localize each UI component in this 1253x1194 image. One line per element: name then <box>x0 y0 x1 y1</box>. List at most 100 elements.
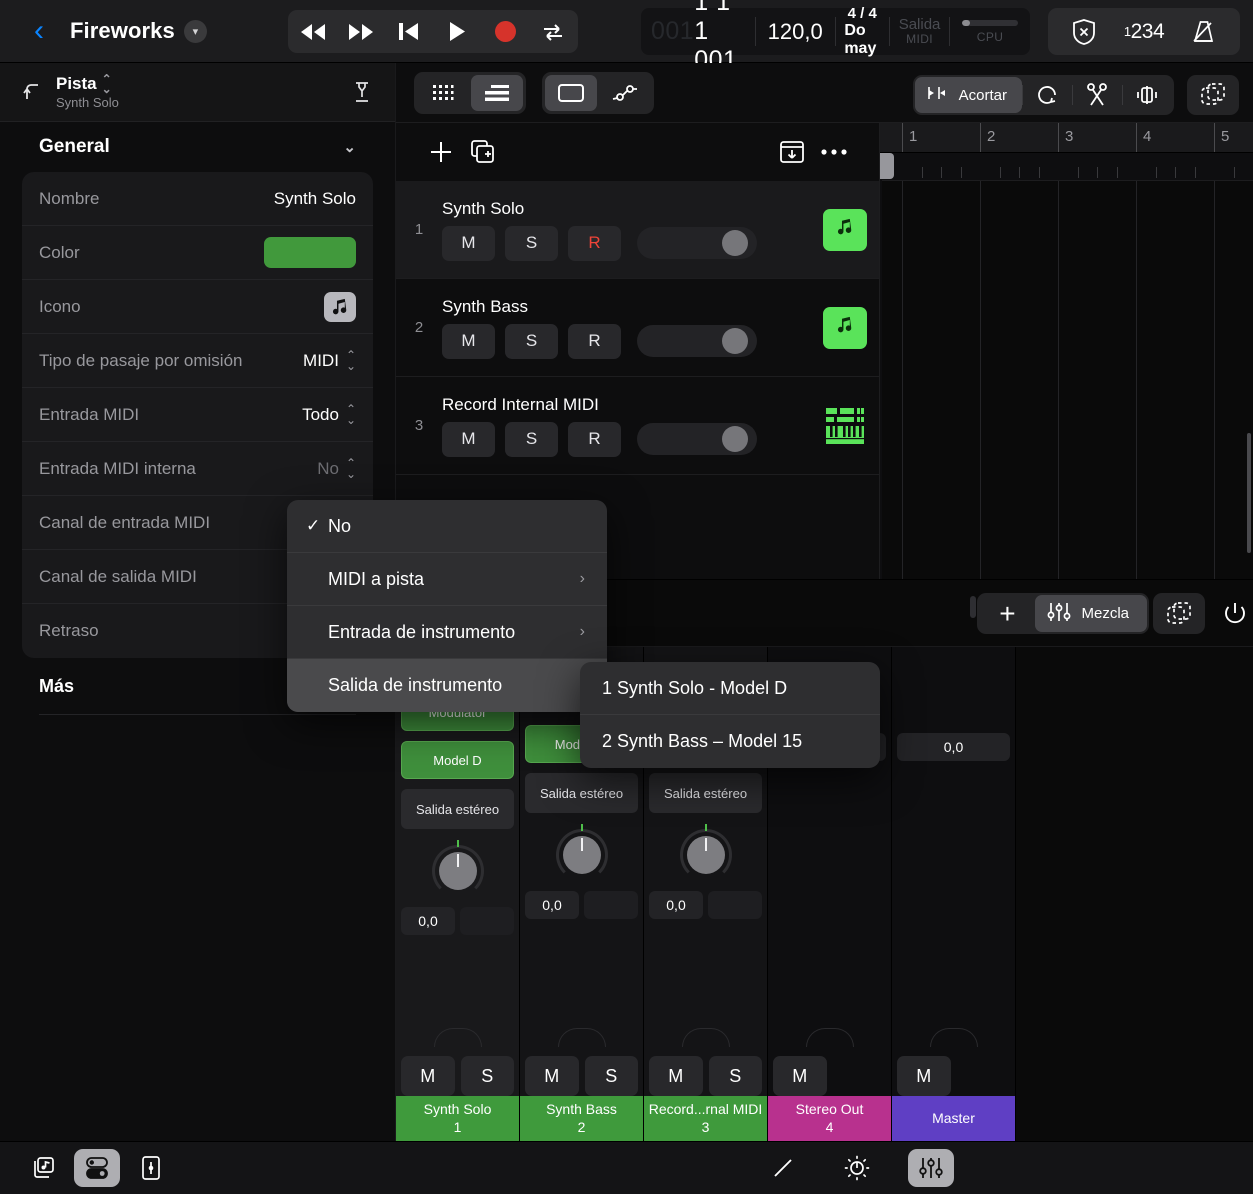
channel-name-bar[interactable]: Master <box>892 1096 1015 1141</box>
browser-icon[interactable] <box>20 1149 66 1187</box>
plus-icon[interactable]: + <box>979 595 1035 632</box>
playhead-handle[interactable] <box>880 153 894 179</box>
secondary-value[interactable] <box>708 891 762 919</box>
vertical-scrollbar[interactable] <box>1247 433 1251 553</box>
bar-ruler[interactable]: 12345 <box>880 123 1253 153</box>
property-row[interactable]: Tipo de pasaje por omisiónMIDI⌃⌄ <box>22 334 373 388</box>
submenu-item[interactable]: 1 Synth Solo - Model D <box>580 662 880 715</box>
channel-strip[interactable]: 0,0 MMaster <box>892 647 1016 1141</box>
property-row[interactable]: Color <box>22 226 373 280</box>
rewind-icon[interactable] <box>298 17 328 47</box>
solo-button[interactable]: S <box>585 1056 639 1096</box>
mute-button[interactable]: M <box>525 1056 579 1096</box>
property-row[interactable]: Entrada MIDITodo⌃⌄ <box>22 388 373 442</box>
up-down-stepper-icon[interactable]: ⌃⌄ <box>346 458 356 478</box>
record-icon[interactable] <box>490 17 520 47</box>
pan-knob[interactable] <box>556 829 608 881</box>
pan-knob[interactable] <box>680 829 732 881</box>
channel-name-bar[interactable]: Synth Bass2 <box>520 1096 643 1141</box>
plus-icon[interactable] <box>420 131 462 173</box>
power-icon[interactable] <box>1209 593 1253 634</box>
pan-value[interactable]: 0,0 <box>401 907 455 935</box>
mute-button[interactable]: M <box>897 1056 951 1096</box>
menu-item[interactable]: Salida de instrumento› <box>287 659 607 712</box>
scissors-icon[interactable] <box>1072 77 1122 113</box>
lcd-midi-out[interactable]: Salida MIDI <box>890 8 950 55</box>
metronome-off-icon[interactable] <box>1182 15 1226 49</box>
up-down-stepper-icon[interactable]: ⌃⌄ <box>346 404 356 424</box>
channel-name-bar[interactable]: Synth Solo1 <box>396 1096 519 1141</box>
marquee-select-icon[interactable] <box>1153 593 1205 634</box>
chevron-down-icon[interactable]: ⌄ <box>343 138 356 156</box>
fast-forward-icon[interactable] <box>346 17 376 47</box>
track-row[interactable]: 3Record Internal MIDIMSR <box>396 377 879 475</box>
mute-button[interactable]: M <box>773 1056 827 1096</box>
property-row[interactable]: Icono <box>22 280 373 334</box>
toggles-icon[interactable] <box>74 1149 120 1187</box>
count-badge[interactable]: 1234 <box>1122 15 1166 49</box>
play-icon[interactable] <box>442 17 472 47</box>
mixer-faders-icon[interactable] <box>908 1149 954 1187</box>
loop-icon[interactable] <box>1022 77 1072 113</box>
go-to-start-icon[interactable] <box>394 17 424 47</box>
beat-ruler[interactable] <box>880 153 1253 181</box>
track-volume-slider[interactable] <box>637 227 757 259</box>
pan-knob[interactable] <box>432 845 484 897</box>
property-row[interactable]: NombreSynth Solo <box>22 172 373 226</box>
grid-view-icon[interactable] <box>417 75 469 111</box>
property-row[interactable]: Entrada MIDI internaNo⌃⌄ <box>22 442 373 496</box>
mute-button[interactable]: M <box>401 1056 455 1096</box>
list-view-icon[interactable] <box>471 75 523 111</box>
cycle-icon[interactable] <box>538 17 568 47</box>
channel-name-bar[interactable]: Stereo Out4 <box>768 1096 891 1141</box>
track-row[interactable]: 1Synth SoloMSR <box>396 181 879 279</box>
ellipsis-icon[interactable] <box>813 131 855 173</box>
up-down-stepper-icon[interactable]: ⌃⌄ <box>346 350 356 370</box>
fader-hint[interactable] <box>649 1018 762 1056</box>
lcd-signature[interactable]: 4 / 4 Do may <box>835 8 889 55</box>
import-icon[interactable] <box>771 131 813 173</box>
mute-button[interactable]: M <box>649 1056 703 1096</box>
lcd-display[interactable]: 0011 1 1 001 120,0 4 / 4 Do may Salida M… <box>641 8 1030 55</box>
output-slot[interactable]: Salida estéreo <box>525 773 638 813</box>
music-note-icon[interactable] <box>823 307 867 349</box>
section-header-general[interactable]: General ⌄ <box>0 122 395 172</box>
duplicate-track-icon[interactable] <box>462 131 504 173</box>
track-volume-slider[interactable] <box>637 325 757 357</box>
trim-tool-button[interactable]: Acortar <box>915 77 1022 113</box>
lcd-cpu-meter[interactable]: CPU <box>950 8 1030 55</box>
up-down-stepper-icon[interactable]: ⌃⌄ <box>102 74 112 94</box>
record-enable-button[interactable]: R <box>568 226 621 261</box>
back-chevron-icon[interactable]: ‹ <box>22 14 56 48</box>
submenu-item[interactable]: 2 Synth Bass – Model 15 <box>580 715 880 768</box>
color-swatch[interactable] <box>264 237 356 268</box>
solo-button[interactable]: S <box>505 226 558 261</box>
track-row[interactable]: 2Synth BassMSR <box>396 279 879 377</box>
fader-hint[interactable] <box>897 1018 1010 1056</box>
mute-button[interactable]: M <box>442 226 495 261</box>
lcd-position[interactable]: 0011 1 1 001 <box>641 8 755 55</box>
mute-button[interactable]: M <box>442 422 495 457</box>
plugin-icon[interactable] <box>128 1149 174 1187</box>
fader-hint[interactable] <box>401 1018 514 1056</box>
pan-value[interactable]: 0,0 <box>897 733 1010 761</box>
solo-button[interactable]: S <box>505 324 558 359</box>
instrument-slot[interactable]: Model D <box>401 741 514 779</box>
solo-button[interactable]: S <box>461 1056 515 1096</box>
region-rectangle-icon[interactable] <box>545 75 597 111</box>
pan-value[interactable]: 0,0 <box>649 891 703 919</box>
mezcla-button[interactable]: Mezcla <box>1035 595 1147 632</box>
marquee-select-icon[interactable] <box>1187 75 1239 115</box>
shield-x-icon[interactable] <box>1062 15 1106 49</box>
inspector-title-row[interactable]: Pista ⌃⌄ <box>56 74 119 94</box>
output-slot[interactable]: Salida estéreo <box>401 789 514 829</box>
menu-item[interactable]: Entrada de instrumento› <box>287 606 607 659</box>
music-note-icon[interactable] <box>823 209 867 251</box>
pane-resize-handle[interactable] <box>970 596 976 618</box>
record-enable-button[interactable]: R <box>568 422 621 457</box>
menu-item[interactable]: ✓No <box>287 500 607 553</box>
menu-item[interactable]: MIDI a pista› <box>287 553 607 606</box>
fade-icon[interactable] <box>1122 77 1172 113</box>
output-slot[interactable]: Salida estéreo <box>649 773 762 813</box>
keyboard-icon[interactable] <box>823 405 867 447</box>
